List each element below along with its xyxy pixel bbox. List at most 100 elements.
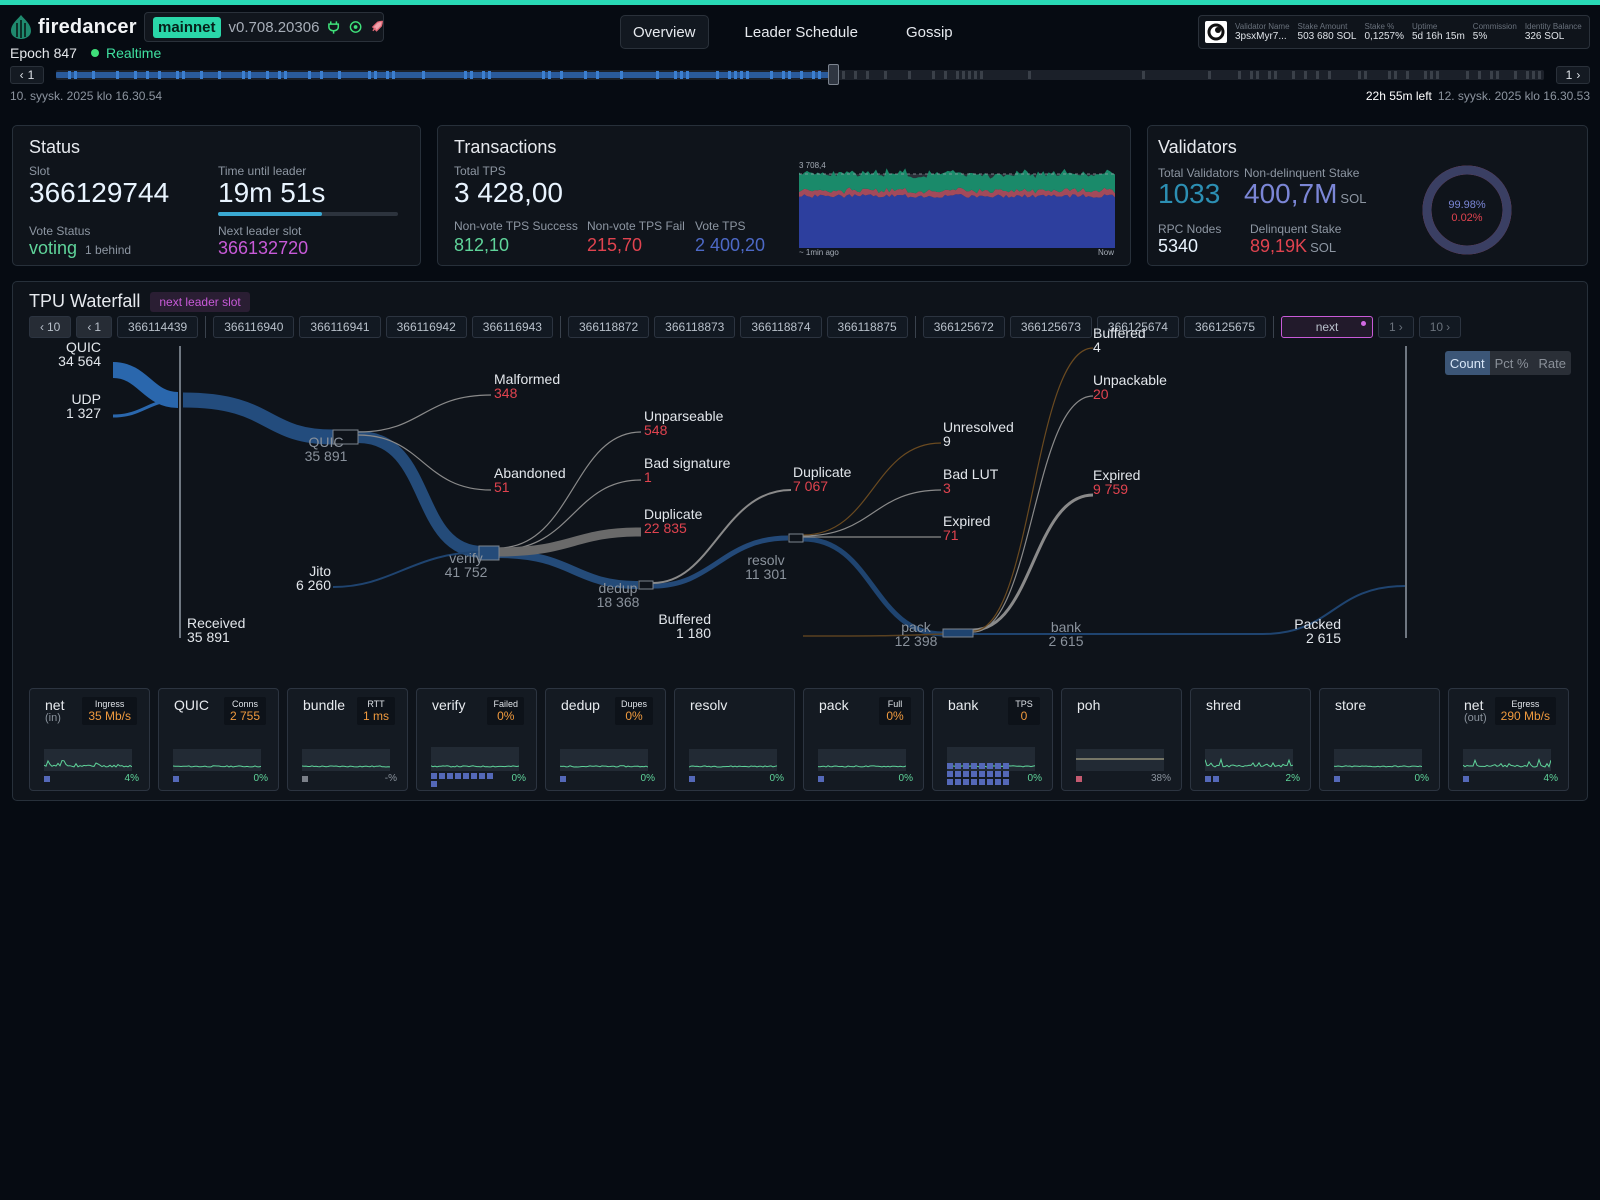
slot-button[interactable]: 366118872 bbox=[567, 316, 650, 338]
sankey-node-value: 1 bbox=[644, 469, 652, 485]
slot-value: 366129744 bbox=[29, 177, 170, 208]
identity-box[interactable]: Validator Name 3psxMyr7... Stake Amount 50… bbox=[1198, 15, 1590, 49]
leader-slot-mark bbox=[656, 71, 659, 79]
slot-button[interactable]: 366118874 bbox=[740, 316, 822, 338]
tile-utilization: 38% bbox=[1150, 773, 1171, 784]
leader-slot-mark bbox=[134, 71, 137, 79]
slot-button[interactable]: 366125672 bbox=[922, 316, 1005, 338]
slot-button[interactable]: 366114439 bbox=[117, 316, 199, 338]
nv-fail-value: 215,70 bbox=[587, 235, 643, 255]
tile-pack[interactable]: pack Full 0% 0% bbox=[803, 688, 924, 791]
tile-poh[interactable]: poh 38% bbox=[1061, 688, 1182, 791]
vote-status: voting 1 behind bbox=[29, 238, 131, 259]
sankey-node-name: resolv bbox=[747, 552, 785, 568]
tab-gossip[interactable]: Gossip bbox=[894, 15, 965, 49]
next-slot-button[interactable]: next bbox=[1281, 316, 1374, 338]
sankey-node-name: Bad signature bbox=[644, 455, 731, 471]
tile-metric: TPS 0 bbox=[1008, 697, 1040, 725]
back-10-button[interactable]: ‹ 10 bbox=[29, 316, 72, 338]
leader-slot-mark bbox=[158, 71, 161, 79]
core-square bbox=[439, 773, 445, 779]
slot-button[interactable]: 366116941 bbox=[299, 316, 381, 338]
leader-slot-mark bbox=[884, 71, 887, 79]
sankey-node-bank: bank 2 615 bbox=[1021, 620, 1111, 648]
sankey-node-unpackable: Unpackable 20 bbox=[1093, 373, 1167, 401]
packed-node-bar bbox=[1405, 346, 1407, 638]
tile-utilization: 0% bbox=[1027, 773, 1042, 784]
sankey-node-value: 7 067 bbox=[793, 478, 829, 494]
forward-10-button[interactable]: 10 › bbox=[1418, 316, 1462, 338]
tile-metric-label: Egress bbox=[1511, 699, 1540, 709]
core-square bbox=[955, 779, 961, 785]
core-square bbox=[487, 773, 493, 779]
sankey-node-value: 11 301 bbox=[745, 566, 787, 582]
realtime-indicator[interactable]: Realtime bbox=[91, 45, 161, 61]
epoch-start-date: 10. syysk. 2025 klo 16.30.54 bbox=[10, 89, 163, 103]
tile-metric: Failed 0% bbox=[487, 697, 524, 725]
back-1-button[interactable]: ‹ 1 bbox=[76, 316, 113, 338]
sankey-node-name: Buffered bbox=[658, 611, 711, 627]
sankey-node-value: 9 bbox=[943, 433, 951, 449]
epoch-slot-bar[interactable] bbox=[56, 70, 1544, 80]
leader-slot-mark bbox=[548, 71, 551, 79]
leader-slot-mark bbox=[182, 71, 185, 79]
chevron-left-icon: ‹ bbox=[19, 68, 24, 82]
epoch-prev-button[interactable]: ‹ 1 bbox=[10, 66, 44, 84]
flow-malformed bbox=[357, 394, 492, 433]
leader-slot-mark bbox=[1208, 71, 1211, 79]
slot-button[interactable]: 366125675 bbox=[1183, 316, 1267, 338]
tile-metric-value: 2 755 bbox=[229, 709, 260, 723]
tile-dedup[interactable]: dedup Dupes 0% 0% bbox=[545, 688, 666, 791]
slot-button[interactable]: 366118873 bbox=[654, 316, 736, 338]
tile-name: store bbox=[1335, 697, 1367, 713]
leader-slot-mark bbox=[944, 71, 947, 79]
leader-slot-mark bbox=[1532, 71, 1535, 79]
validators-title: Validators bbox=[1158, 137, 1237, 157]
sankey-node-resolv: resolv 11 301 bbox=[721, 553, 811, 581]
divider bbox=[914, 316, 916, 338]
epoch-slider-thumb[interactable] bbox=[828, 64, 839, 85]
tile-net-in[interactable]: net (in) Ingress 35 Mb/s 4% bbox=[29, 688, 150, 791]
divider bbox=[1273, 316, 1275, 338]
tile-store[interactable]: store 0% bbox=[1319, 688, 1440, 791]
slot-button[interactable]: 366125673 bbox=[1009, 316, 1092, 338]
leader-slot-mark bbox=[560, 71, 563, 79]
tab-leader-schedule[interactable]: Leader Schedule bbox=[733, 15, 870, 49]
tile-utilization: 0% bbox=[640, 773, 655, 784]
tile-verify[interactable]: verify Failed 0% 0% bbox=[416, 688, 537, 791]
tile-quic[interactable]: QUIC Conns 2 755 0% bbox=[158, 688, 279, 791]
delinquent-stake: 89,19K SOL bbox=[1250, 236, 1336, 257]
transactions-title: Transactions bbox=[454, 137, 557, 157]
tile-sparkline bbox=[302, 749, 390, 771]
leader-slot-mark bbox=[1250, 71, 1253, 79]
header: firedancer mainnet v0.708.20306 Overview… bbox=[0, 5, 1600, 49]
tile-bundle[interactable]: bundle RTT 1 ms -% bbox=[287, 688, 408, 791]
tile-name: pack bbox=[819, 697, 849, 713]
nv-success-value: 812,10 bbox=[454, 235, 510, 255]
tile-net-out[interactable]: net (out) Egress 290 Mb/s 4% bbox=[1448, 688, 1569, 791]
slot-button[interactable]: 366116940 bbox=[213, 316, 295, 338]
id-stake-pct: Stake % 0,1257% bbox=[1364, 22, 1404, 42]
logo[interactable]: firedancer bbox=[10, 14, 137, 40]
tile-bank[interactable]: bank TPS 0 0% bbox=[932, 688, 1053, 791]
sankey-node-value: 3 bbox=[943, 480, 951, 496]
nv-success-label: Non-vote TPS Success bbox=[454, 219, 578, 233]
forward-1-button[interactable]: 1 › bbox=[1378, 316, 1414, 338]
tile-resolv[interactable]: resolv 0% bbox=[674, 688, 795, 791]
sankey-node-name: Unpackable bbox=[1093, 372, 1167, 388]
total-tps-label: Total TPS bbox=[454, 164, 506, 178]
slot-button[interactable]: 366116942 bbox=[385, 316, 467, 338]
tile-metric: Ingress 35 Mb/s bbox=[82, 697, 137, 725]
leader-slot-mark bbox=[320, 71, 323, 79]
leader-slot-mark bbox=[242, 71, 245, 79]
epoch-next-button[interactable]: 1 › bbox=[1556, 66, 1590, 84]
sankey-node-quic: QUIC 35 891 bbox=[281, 435, 371, 463]
slot-button[interactable]: 366116943 bbox=[471, 316, 553, 338]
leader-slot-mark bbox=[284, 71, 287, 79]
core-square bbox=[979, 763, 985, 769]
sankey-node-quic-in: QUIC 34 564 bbox=[41, 340, 101, 368]
sankey-node-malformed: Malformed 348 bbox=[494, 372, 560, 400]
tab-overview[interactable]: Overview bbox=[620, 15, 709, 49]
slot-button[interactable]: 366118875 bbox=[826, 316, 908, 338]
tile-shred[interactable]: shred 2% bbox=[1190, 688, 1311, 791]
